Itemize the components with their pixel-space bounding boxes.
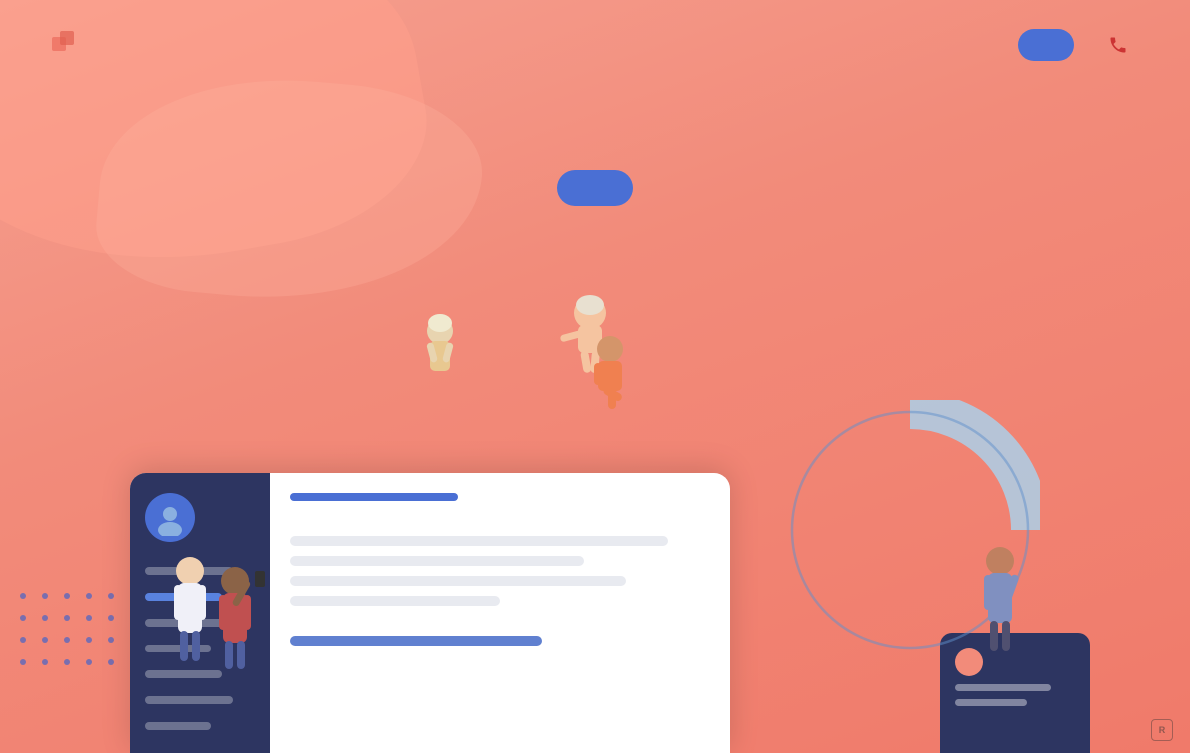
- logo[interactable]: [50, 29, 88, 61]
- sidebar-nav-item-5: [145, 670, 222, 678]
- sidebar-nav-item-3: [145, 619, 233, 627]
- sidebar-nav-item-6: [145, 696, 233, 704]
- revain-logo: R: [1151, 719, 1173, 741]
- schedule-demo-button[interactable]: [1018, 29, 1074, 61]
- content-panel: [270, 473, 730, 753]
- content-line-1: [290, 536, 668, 546]
- navbar: [0, 0, 1190, 90]
- phone-contact[interactable]: [1104, 31, 1140, 59]
- phone-icon: [1104, 31, 1132, 59]
- meet-product-button[interactable]: [557, 170, 633, 206]
- sidebar-nav-item-7: [145, 722, 211, 730]
- sidebar-nav-item-1: [145, 567, 233, 575]
- device-mockup: [130, 473, 730, 753]
- content-cta-line: [290, 636, 542, 646]
- logo-icon: [50, 29, 82, 61]
- sidebar-panel: [130, 473, 270, 753]
- sidebar-nav-item-2: [145, 593, 222, 601]
- sidebar-avatar: [145, 493, 195, 542]
- content-line-2: [290, 556, 584, 566]
- content-accent-bar: [290, 493, 458, 501]
- content-line-4: [290, 596, 500, 606]
- sidebar-nav-item-4: [145, 645, 211, 653]
- dots-left-pattern: const dotsLeft = document.querySelector(…: [20, 593, 144, 673]
- mini-card-line-1: [955, 684, 1051, 691]
- hero-section: [0, 130, 1190, 206]
- content-line-3: [290, 576, 626, 586]
- mini-card-line-2: [955, 699, 1027, 706]
- dots-right-pattern-2: [1046, 490, 1170, 548]
- arc-shape: [780, 400, 1040, 660]
- revain-watermark: R: [1151, 719, 1178, 741]
